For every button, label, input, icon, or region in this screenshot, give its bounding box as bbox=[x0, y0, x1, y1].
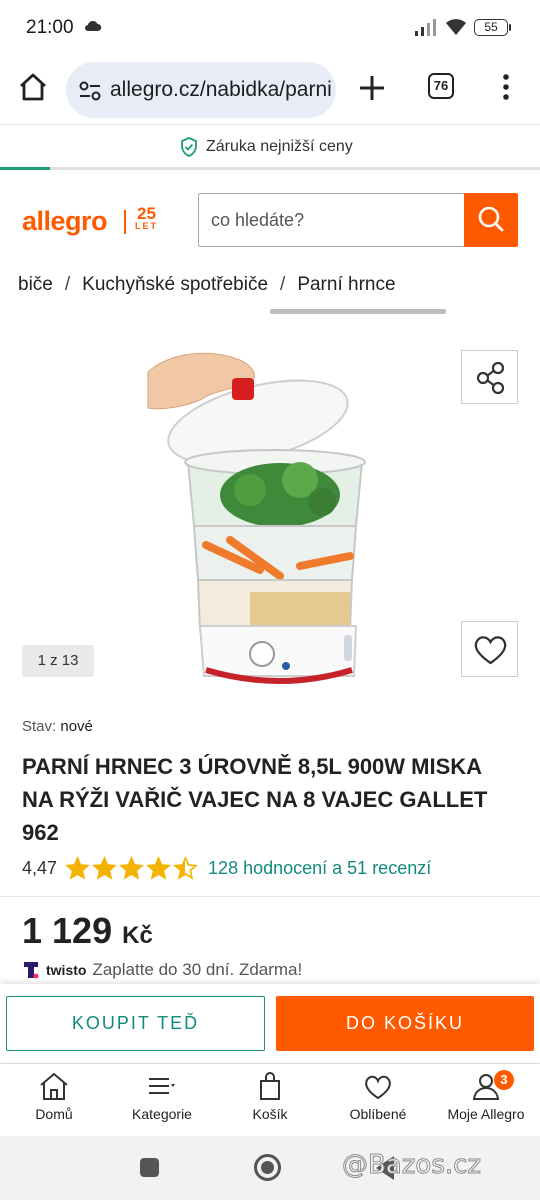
nav-home[interactable]: Domů bbox=[0, 1070, 108, 1122]
reviews-link[interactable]: 128 hodnocení a 51 recenzí bbox=[208, 858, 431, 879]
star-icon bbox=[92, 856, 117, 880]
search-icon bbox=[478, 206, 504, 232]
recent-apps-button[interactable] bbox=[140, 1158, 159, 1177]
product-gallery[interactable] bbox=[0, 330, 540, 690]
breadcrumb-item-steamers[interactable]: Parní hrnce bbox=[297, 274, 395, 296]
anniversary-word: LET bbox=[135, 221, 158, 231]
nav-cart-label: Košík bbox=[252, 1106, 288, 1122]
price-value: 1 129 bbox=[22, 910, 113, 951]
condition-row: Stav: nové bbox=[22, 718, 93, 735]
nav-favorites[interactable]: Oblíbené bbox=[324, 1070, 432, 1122]
twisto-logo-icon bbox=[24, 962, 39, 979]
product-image[interactable] bbox=[0, 330, 540, 690]
condition-value: nové bbox=[60, 718, 93, 735]
share-icon bbox=[476, 361, 505, 395]
heart-icon bbox=[474, 636, 507, 665]
categories-icon bbox=[149, 1078, 175, 1094]
twisto-text: Zaplatte do 30 dní. Zdarma! bbox=[92, 960, 303, 979]
status-bar: 21:00 55 bbox=[0, 0, 540, 56]
search-button[interactable] bbox=[464, 193, 518, 247]
watermark: @Bazos.cz bbox=[341, 1150, 482, 1181]
new-tab-icon[interactable] bbox=[354, 70, 390, 106]
cloud-icon bbox=[85, 20, 102, 31]
logo-divider bbox=[124, 210, 126, 234]
nav-my-allegro[interactable]: 3 Moje Allegro bbox=[432, 1070, 540, 1122]
home-icon bbox=[40, 1072, 68, 1100]
nav-cart[interactable]: Košík bbox=[216, 1070, 324, 1122]
add-to-cart-button[interactable]: DO KOŠÍKU bbox=[276, 996, 534, 1051]
bottom-navigation: Domů Kategorie Košík Oblíbené 3 Moje All… bbox=[0, 1063, 540, 1135]
guarantee-text: Záruka nejnižší ceny bbox=[206, 138, 353, 155]
cart-bag-icon bbox=[260, 1072, 280, 1100]
anniversary-logo: 25 LET bbox=[135, 205, 158, 232]
star-icon bbox=[119, 856, 144, 880]
url-text: allegro.cz/nabidka/parni bbox=[110, 78, 332, 101]
buy-now-button[interactable]: KOUPIT TEĎ bbox=[6, 996, 265, 1051]
rating-value: 4,47 bbox=[22, 858, 58, 878]
wifi-icon bbox=[446, 19, 466, 35]
favorites-heart-icon bbox=[365, 1075, 391, 1100]
star-icon bbox=[65, 856, 90, 880]
nav-my-allegro-label: Moje Allegro bbox=[447, 1106, 525, 1122]
favorite-button[interactable] bbox=[461, 621, 518, 677]
allegro-logo[interactable]: allegro bbox=[22, 206, 108, 237]
purchase-action-bar: KOUPIT TEĎ DO KOŠÍKU bbox=[0, 984, 540, 1062]
notification-badge: 3 bbox=[494, 1070, 514, 1090]
signal-icon bbox=[415, 19, 436, 36]
system-navigation-bar: @Bazos.cz bbox=[0, 1136, 540, 1200]
image-counter: 1 z 13 bbox=[22, 645, 94, 677]
tab-switcher-button[interactable]: 76 bbox=[428, 73, 454, 99]
breadcrumb-item-kitchen-appliances[interactable]: Kuchyňské spotřebiče bbox=[82, 274, 268, 296]
breadcrumb-separator: / bbox=[280, 274, 286, 295]
nav-favorites-label: Oblíbené bbox=[349, 1106, 407, 1122]
breadcrumb-scrollbar[interactable] bbox=[270, 309, 446, 314]
browser-home-icon[interactable] bbox=[16, 70, 50, 104]
divider bbox=[0, 896, 540, 897]
search-input[interactable]: co hledáte? bbox=[198, 193, 466, 247]
price: 1 129 Kč bbox=[22, 910, 153, 952]
browser-menu-icon[interactable] bbox=[496, 72, 516, 102]
condition-label: Stav: bbox=[22, 718, 57, 735]
browser-toolbar: allegro.cz/nabidka/parni 76 bbox=[0, 56, 540, 124]
system-home-button[interactable] bbox=[254, 1154, 281, 1181]
star-icon bbox=[146, 856, 171, 880]
price-currency: Kč bbox=[122, 922, 153, 949]
twisto-brand: twisto bbox=[46, 962, 87, 978]
nav-home-label: Domů bbox=[35, 1106, 73, 1122]
site-header: allegro 25 LET co hledáte? bbox=[0, 170, 540, 266]
guarantee-banner[interactable]: Záruka nejnižší ceny bbox=[0, 124, 540, 170]
breadcrumb-separator: / bbox=[64, 274, 71, 295]
share-button[interactable] bbox=[461, 350, 518, 404]
status-time: 21:00 bbox=[26, 17, 74, 38]
battery-icon: 55 bbox=[474, 19, 511, 36]
shield-check-icon bbox=[181, 137, 197, 157]
product-title: PARNÍ HRNEC 3 ÚROVNĚ 8,5L 900W MISKA NA … bbox=[22, 754, 488, 845]
site-settings-icon[interactable] bbox=[78, 80, 102, 102]
star-icon bbox=[173, 856, 198, 880]
twisto-row[interactable]: twisto Zaplatte do 30 dní. Zdarma! bbox=[22, 960, 302, 980]
breadcrumb-item-appliances[interactable]: biče bbox=[18, 274, 53, 296]
nav-categories[interactable]: Kategorie bbox=[108, 1070, 216, 1122]
rating-stars bbox=[65, 856, 198, 881]
nav-categories-label: Kategorie bbox=[132, 1106, 192, 1122]
address-bar[interactable]: allegro.cz/nabidka/parni bbox=[66, 62, 336, 118]
rating-row[interactable]: 4,47 128 hodnocení a 51 recenzí bbox=[22, 856, 431, 881]
